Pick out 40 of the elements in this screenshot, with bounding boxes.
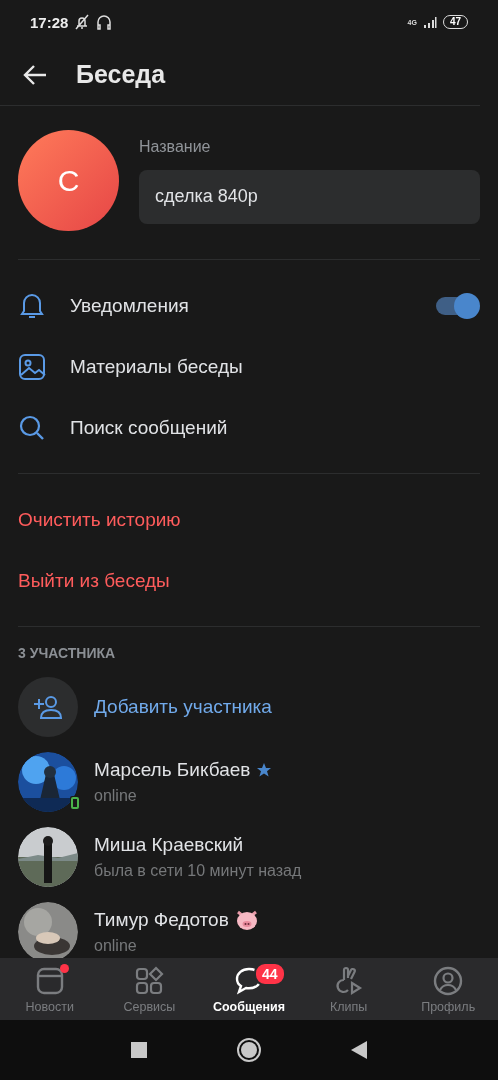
- name-input-field[interactable]: сделка 840р: [139, 169, 480, 224]
- member-name[interactable]: Марсель Бикбаев: [94, 758, 251, 781]
- back-icon[interactable]: [351, 1041, 367, 1059]
- action-link[interactable]: Очистить историю: [18, 508, 181, 531]
- field-label: Название: [139, 137, 212, 156]
- action-link[interactable]: Выйти из беседы: [18, 569, 170, 592]
- news-icon: [34, 966, 65, 996]
- muted-bell-icon: [74, 14, 91, 30]
- search-icon: [18, 413, 46, 442]
- tab-bar-item[interactable]: Новости: [0, 958, 100, 1020]
- clock-time: 17:28: [30, 13, 69, 31]
- star-icon: [256, 761, 273, 778]
- pig-face-icon: [234, 908, 259, 931]
- settings-item[interactable]: Уведомления: [70, 294, 412, 317]
- page-title: Беседа: [76, 60, 166, 89]
- tab-bar-item[interactable]: 44 Сообщения: [199, 958, 299, 1020]
- tab-bar-item[interactable]: Сервисы: [99, 958, 200, 1020]
- section-header: 3 УЧАСТНИКА: [17, 644, 117, 663]
- tab-bar-item[interactable]: Клипы: [298, 958, 399, 1020]
- member-status: была в сети 10 минут назад: [94, 861, 302, 880]
- member-name[interactable]: Миша Краевский: [94, 833, 244, 856]
- add-member-link[interactable]: Добавить участника: [94, 695, 272, 718]
- signal-icon: [422, 16, 437, 28]
- chat-avatar: С: [18, 130, 119, 231]
- settings-item[interactable]: Поиск сообщений: [70, 416, 480, 439]
- member-name[interactable]: Тимур Федотов: [94, 908, 229, 931]
- settings-item[interactable]: Материалы беседы: [70, 355, 480, 378]
- clips-icon: [333, 966, 364, 996]
- member-status: online: [94, 936, 138, 955]
- member-status: online: [94, 786, 138, 805]
- headphones-icon: [96, 14, 113, 30]
- back-arrow-icon[interactable]: [22, 63, 48, 86]
- home-icon[interactable]: [237, 1038, 261, 1062]
- battery-level: 47: [442, 15, 468, 29]
- unread-count: 44: [254, 962, 286, 986]
- profile-icon: [433, 966, 464, 996]
- bell-icon: [18, 291, 46, 320]
- grid-icon: [134, 966, 165, 996]
- image-icon: [18, 352, 46, 381]
- tab-bar-item[interactable]: Профиль: [398, 958, 498, 1020]
